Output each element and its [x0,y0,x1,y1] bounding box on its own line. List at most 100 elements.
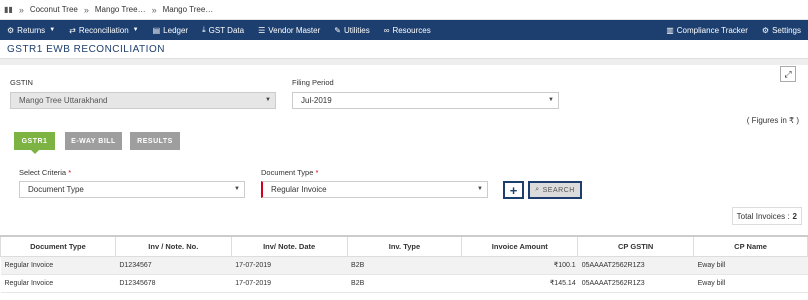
table-cell: D12345678 [115,274,232,293]
column-header[interactable]: Inv/ Note. Date [230,235,348,257]
table-row[interactable]: Regular Invoice D1234567 17-07-2019 B2B … [0,256,808,275]
table-cell: Regular Invoice [0,274,116,293]
table-cell: 05AAAAT2562R1Z3 [577,274,694,293]
wrench-icon: ✎ [334,25,341,35]
select-criteria-value: Document Type [28,185,84,194]
caret-down-icon: ▼ [132,27,139,33]
book-icon: ▤ [152,25,161,35]
chevron-down-icon: ▼ [265,97,271,103]
total-invoices-label: Total Invoices : [736,211,790,221]
nav-returns[interactable]: ⚙ Returns ▼ [0,20,62,40]
table-row[interactable]: Regular Invoice D12345678 17-07-2019 B2B… [0,274,808,293]
nav-reconciliation[interactable]: ⇄ Reconciliation ▼ [62,20,145,40]
breadcrumb-item[interactable]: Mango Tree… [95,5,146,14]
gstin-select[interactable]: Mango Tree Uttarakhand ▼ [10,92,276,109]
nav-vendor-master[interactable]: ☰ Vendor Master [251,20,327,40]
tab-label: E-WAY BILL [71,137,116,145]
page-header: GSTR1 EWB RECONCILIATION [0,40,808,59]
breadcrumb-item[interactable]: Mango Tree… [163,5,214,14]
tab-eway-bill[interactable]: E-WAY BILL [65,132,122,150]
main-navbar: ⚙ Returns ▼ ⇄ Reconciliation ▼ ▤ Ledger … [0,20,808,40]
nav-label: Vendor Master [268,25,321,35]
chevron-down-icon: ▼ [477,186,483,192]
invoice-table: Document Type Inv / Note. No. Inv/ Note.… [0,235,808,293]
page-title: GSTR1 EWB RECONCILIATION [7,43,165,55]
breadcrumb: ▮▮ » Coconut Tree » Mango Tree… » Mango … [0,0,808,20]
reconciliation-card: ⤢ GSTIN Mango Tree Uttarakhand ▼ Filing … [0,65,808,300]
nav-label: Settings [772,25,801,35]
nav-label: Compliance Tracker [676,25,748,35]
add-filter-button[interactable]: + [503,181,524,199]
gear-icon: ⚙ [761,25,770,35]
chevron-down-icon: ▼ [234,186,240,192]
column-header[interactable]: Inv. Type [346,235,463,257]
table-cell: ₹145.14 [461,274,578,293]
required-mark: * [315,168,319,177]
total-invoices-badge: Total Invoices : 2 [731,207,802,225]
total-invoices-value: 2 [792,211,797,221]
select-criteria-label-text: Select Criteria [19,168,67,177]
nav-ledger[interactable]: ▤ Ledger [146,20,195,40]
chevron-right-icon: » [83,4,89,15]
gstin-label: GSTIN [10,78,33,87]
filing-period-label: Filing Period [292,78,334,87]
tab-label: GSTR1 [21,137,48,145]
search-button[interactable]: ⌕ SEARCH [528,181,582,199]
search-icon: ⌕ [535,186,540,193]
table-cell: B2B [347,274,462,293]
table-cell: D1234567 [115,256,232,275]
nav-label: Ledger [163,25,189,35]
column-header[interactable]: Invoice Amount [461,235,579,257]
nav-label: Returns [17,25,46,35]
column-header[interactable]: Document Type [0,235,116,257]
menu-icon[interactable]: ▮▮ [4,5,13,14]
chevron-down-icon: ▼ [548,97,554,103]
tab-label: RESULTS [137,137,173,145]
filing-period-value: Jul-2019 [301,96,332,105]
table-cell: 17-07-2019 [231,274,348,293]
table-cell: ₹100.1 [461,256,578,275]
download-icon: ⤓ [202,25,206,34]
search-label: SEARCH [542,186,575,194]
table-cell: B2B [347,256,462,275]
column-header[interactable]: CP Name [693,235,808,257]
breadcrumb-item[interactable]: Coconut Tree [30,5,78,14]
expand-icon[interactable]: ⤢ [780,66,796,82]
nav-label: Reconciliation [78,25,129,35]
table-cell: 05AAAAT2562R1Z3 [577,256,694,275]
nav-gst-data[interactable]: ⤓ GST Data [195,20,251,40]
nav-label: Utilities [343,25,370,35]
document-type-label-text: Document Type [261,168,314,177]
table-cell: Eway bill [693,256,808,275]
caret-down-icon: ▼ [49,27,56,33]
nav-compliance-tracker[interactable]: ▥ Compliance Tracker [659,20,755,40]
chart-icon: ▥ [666,25,674,35]
nav-settings[interactable]: ⚙ Settings [755,20,808,40]
nav-resources[interactable]: ∞ Resources [377,20,438,40]
select-criteria-label: Select Criteria * [19,168,71,177]
document-type-value: Regular Invoice [271,185,327,194]
document-type-label: Document Type * [261,168,318,177]
plus-icon: + [509,182,518,198]
database-icon: ☰ [258,25,266,35]
column-header[interactable]: Inv / Note. No. [114,235,232,257]
table-cell: Regular Invoice [0,256,116,275]
gears-icon: ⚙ [7,25,15,35]
chevron-right-icon: » [18,4,24,15]
table-cell: Eway bill [693,274,808,293]
nav-label: GST Data [208,25,245,35]
table-cell: 17-07-2019 [231,256,348,275]
link-icon: ∞ [383,25,390,35]
gstin-value: Mango Tree Uttarakhand [19,96,108,105]
arrows-icon: ⇄ [69,25,76,35]
column-header[interactable]: CP GSTIN [577,235,695,257]
filing-period-select[interactable]: Jul-2019 ▼ [292,92,559,109]
figures-note: ( Figures in ₹ ) [746,116,799,125]
tab-gstr1[interactable]: GSTR1 [14,132,55,154]
nav-label: Resources [392,25,431,35]
select-criteria-dropdown[interactable]: Document Type ▼ [19,181,245,198]
document-type-dropdown[interactable]: Regular Invoice ▼ [261,181,488,198]
nav-utilities[interactable]: ✎ Utilities [327,20,376,40]
table-header-row: Document Type Inv / Note. No. Inv/ Note.… [0,235,808,257]
tab-results[interactable]: RESULTS [130,132,180,150]
